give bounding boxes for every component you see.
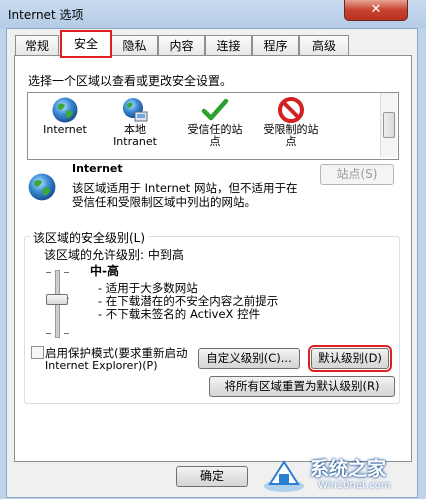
protected-mode-label-line2: Internet Explorer)(P) — [45, 359, 158, 372]
ok-button[interactable]: 确定 — [176, 466, 248, 487]
zone-name: Internet — [72, 162, 123, 175]
zone-select-prompt: 选择一个区域以查看或更改安全设置。 — [28, 74, 233, 88]
slider-tick — [46, 272, 51, 273]
slider-tick — [64, 272, 69, 273]
security-level-slider-thumb[interactable] — [46, 294, 68, 305]
zone-label-line2: 点 — [209, 135, 221, 148]
red-block-icon — [277, 96, 305, 124]
slider-tick — [46, 333, 51, 334]
tab-advanced[interactable]: 高级 — [299, 35, 349, 56]
tab-content[interactable]: 内容 — [158, 35, 205, 56]
zone-label-line2: Intranet — [113, 135, 157, 148]
tab-privacy[interactable]: 隐私 — [111, 35, 158, 56]
watermark-logo-icon — [262, 456, 306, 494]
level-bullet: - 不下载未签名的 ActiveX 控件 — [98, 307, 261, 321]
zone-item-trusted-sites[interactable]: 受信任的站 点 — [180, 96, 250, 148]
green-check-icon — [201, 96, 229, 124]
zone-item-local-intranet[interactable]: 本地 Intranet — [106, 96, 164, 148]
zone-description-line2: 受信任和受限制区域中列出的网站。 — [72, 195, 256, 209]
tab-programs[interactable]: 程序 — [252, 35, 299, 56]
window-title: Internet 选项 — [8, 8, 84, 22]
intranet-globe-icon — [121, 96, 149, 124]
globe-icon — [27, 172, 57, 202]
close-button[interactable]: ✕ — [344, 0, 408, 21]
tab-general[interactable]: 常规 — [15, 35, 59, 56]
reset-all-zones-button[interactable]: 将所有区域重置为默认级别(R) — [209, 376, 395, 397]
zone-label: Internet — [43, 123, 87, 136]
protected-mode-checkbox[interactable] — [31, 346, 44, 359]
zone-item-restricted-sites[interactable]: 受限制的站 点 — [256, 96, 326, 148]
tab-connections[interactable]: 连接 — [205, 35, 252, 56]
tab-security[interactable]: 安全 — [60, 30, 112, 58]
level-name: 中-高 — [90, 264, 119, 278]
default-level-button[interactable]: 默认级别(D) — [308, 345, 392, 372]
watermark-url: Win10net.com — [318, 480, 391, 491]
sites-button[interactable]: 站点(S) — [320, 164, 394, 185]
zones-scrollbar-thumb[interactable] — [383, 112, 395, 138]
zone-item-internet[interactable]: Internet — [36, 96, 94, 136]
security-level-group-title: 该区域的安全级别(L) — [30, 229, 149, 246]
watermark-brand: 系统之家 — [310, 458, 387, 480]
allowed-level-text: 该区域的允许级别: 中到高 — [44, 248, 184, 262]
globe-icon — [51, 96, 79, 124]
slider-tick — [64, 333, 69, 334]
custom-level-button[interactable]: 自定义级别(C)... — [198, 348, 300, 369]
close-icon: ✕ — [370, 2, 382, 17]
zone-label-line2: 点 — [285, 135, 297, 148]
